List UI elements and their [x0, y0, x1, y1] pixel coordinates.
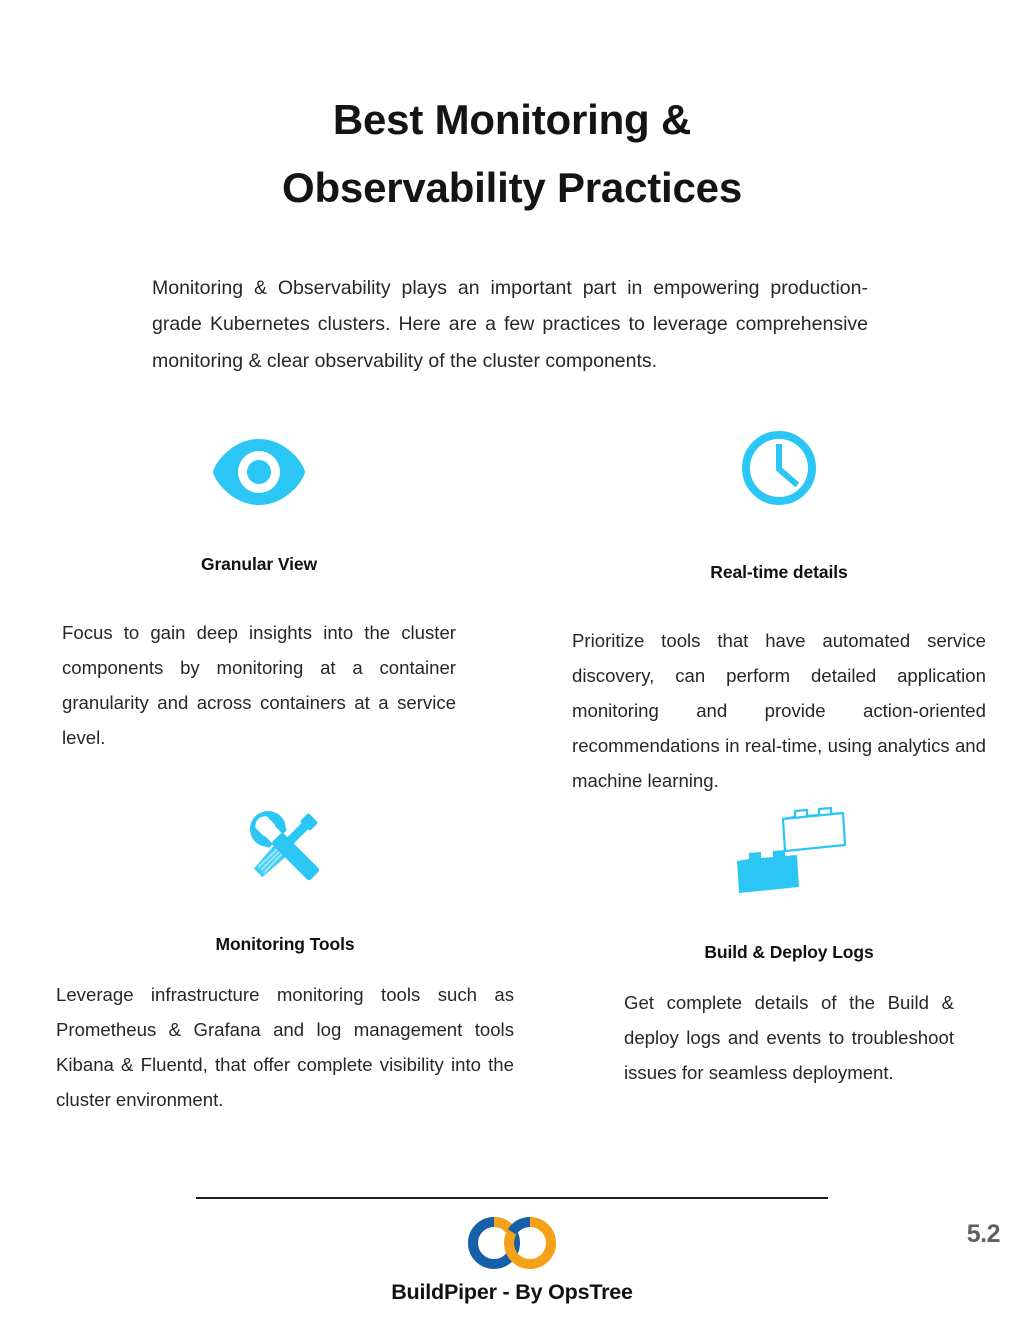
- tools-icon: [56, 798, 514, 894]
- eye-icon: [62, 424, 456, 520]
- card-build-deploy-logs-body: Get complete details of the Build & depl…: [624, 992, 954, 1083]
- card-monitoring-tools-heading: Monitoring Tools: [215, 934, 355, 954]
- lego-bricks-icon: [624, 798, 954, 902]
- card-monitoring-tools-body: Leverage infrastructure monitoring tools…: [56, 984, 514, 1110]
- slide-page: Best Monitoring & Observability Practice…: [0, 0, 1024, 1325]
- page-title-line-1: Best Monitoring &: [332, 96, 692, 144]
- page-number: 5.2: [966, 1220, 1001, 1248]
- footer-brand-text: BuildPiper - By OpsTree: [391, 1280, 633, 1304]
- card-real-time-details-heading: Real-time details: [710, 562, 848, 582]
- card-granular-view-body: Focus to gain deep insights into the clu…: [62, 622, 456, 748]
- card-granular-view: Granular View Focus to gain deep insight…: [62, 424, 456, 755]
- card-real-time-details-body: Prioritize tools that have automated ser…: [572, 630, 986, 791]
- buildpiper-logo-icon: [462, 1214, 562, 1272]
- card-granular-view-heading: Granular View: [200, 554, 318, 574]
- intro-paragraph: Monitoring & Observability plays an impo…: [152, 276, 868, 372]
- page-title: Best Monitoring & Observability Practice…: [0, 86, 1024, 222]
- card-build-deploy-logs-heading: Build & Deploy Logs: [704, 942, 874, 962]
- footer-divider: [196, 1197, 828, 1199]
- card-real-time-details: Real-time details Prioritize tools that …: [572, 416, 986, 798]
- clock-icon: [572, 416, 986, 520]
- card-build-deploy-logs: Build & Deploy Logs Get complete details…: [624, 798, 954, 1090]
- card-monitoring-tools: Monitoring Tools Leverage infrastructure…: [56, 798, 514, 1117]
- page-title-line-2: Observability Practices: [282, 164, 742, 212]
